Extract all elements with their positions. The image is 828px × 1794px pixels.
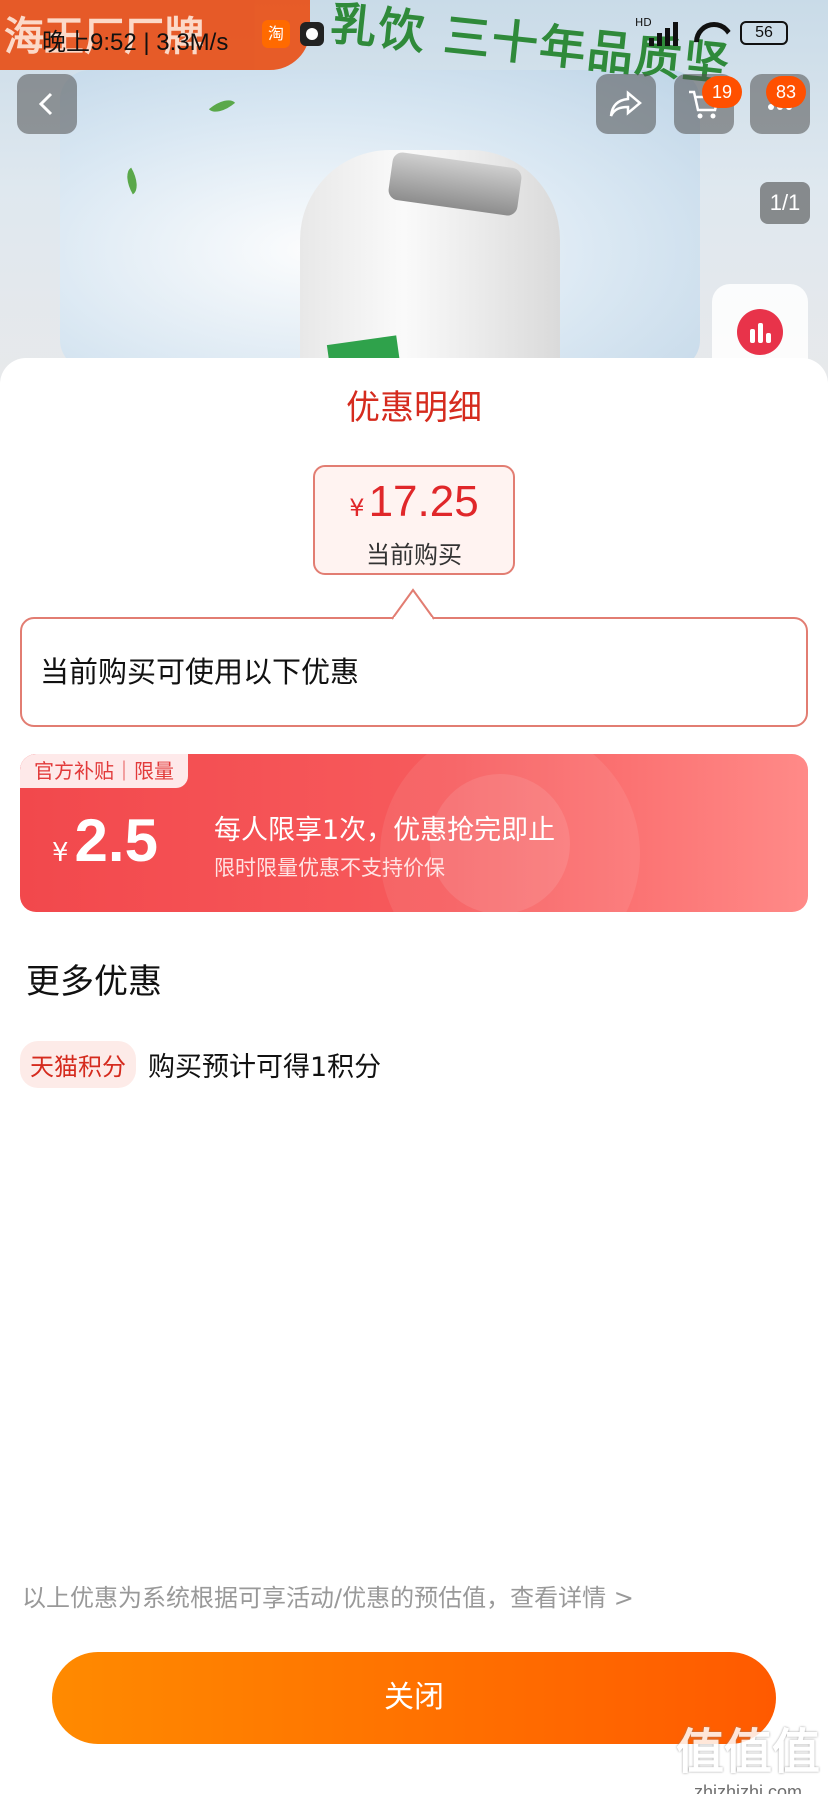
- coupon-note-text: 限时限量优惠不支持价保: [214, 856, 445, 880]
- current-price-box: ¥17.25 当前购买: [313, 465, 515, 575]
- coupon-currency: ¥: [52, 838, 69, 868]
- watermark-url: zhizhizhi.com: [693, 1782, 803, 1794]
- status-right-icons: HD 56: [635, 16, 788, 46]
- back-button[interactable]: [17, 74, 77, 134]
- estimate-footnote-link[interactable]: 以上优惠为系统根据可享活动/优惠的预估值，查看详情 >: [22, 1578, 634, 1613]
- network-speed: 3.3M/s: [156, 29, 229, 56]
- coupon-value: 2.5: [74, 807, 158, 874]
- share-icon: [609, 90, 642, 117]
- price-label: 当前购买: [366, 541, 462, 569]
- tmall-points-tag: 天猫积分: [20, 1041, 136, 1088]
- official-subsidy-coupon[interactable]: 官方补贴｜限量 ¥2.5 每人限享1次，优惠抢完即止 限时限量优惠不支持价保: [20, 754, 808, 912]
- signal-icon: HD: [635, 16, 678, 46]
- coupon-amount: ¥2.5: [52, 806, 158, 875]
- available-discounts-box: 当前购买可使用以下优惠: [20, 617, 808, 727]
- cart-count-badge: 19: [702, 76, 742, 108]
- more-discounts-title: 更多优惠: [26, 962, 162, 1002]
- bar-chart-icon: [737, 309, 783, 355]
- status-time: 晚上9:52 | 3.3M/s: [42, 29, 229, 56]
- tmall-points-text: 购买预计可得1积分: [148, 1052, 382, 1083]
- hd-label: HD: [635, 16, 652, 29]
- price-currency: ¥: [349, 494, 365, 522]
- share-button[interactable]: [596, 74, 656, 134]
- close-button[interactable]: 关闭: [52, 1652, 776, 1744]
- clock-text: 晚上9:52: [42, 29, 137, 56]
- discount-detail-sheet: 优惠明细 ¥17.25 当前购买 当前购买可使用以下优惠 官方补贴｜限量 ¥2.…: [0, 358, 828, 1794]
- sheet-title: 优惠明细: [346, 388, 482, 428]
- taobao-app-icon: 淘: [262, 20, 290, 48]
- coupon-tag: 官方补贴｜限量: [20, 754, 188, 788]
- price-value: 17.25: [368, 477, 479, 526]
- tip-pointer: [392, 588, 434, 620]
- coupon-limit-text: 每人限享1次，优惠抢完即止: [214, 815, 556, 846]
- chevron-left-icon: [38, 92, 53, 116]
- site-watermark: 值值值 zhizhizhi.com: [676, 1712, 820, 1794]
- battery-icon: 56: [740, 21, 788, 45]
- image-pager: 1/1: [760, 182, 810, 224]
- wifi-icon: [692, 20, 726, 46]
- status-bar: 晚上9:52 | 3.3M/s 淘 HD 56: [0, 0, 828, 70]
- notification-icon: [300, 22, 324, 46]
- message-count-badge: 83: [766, 76, 806, 108]
- watermark-logo: 值值值: [676, 1724, 821, 1780]
- tmall-points-row: 天猫积分 购买预计可得1积分: [20, 1041, 381, 1088]
- available-discounts-text: 当前购买可使用以下优惠: [40, 655, 360, 689]
- current-price: ¥17.25: [315, 477, 513, 527]
